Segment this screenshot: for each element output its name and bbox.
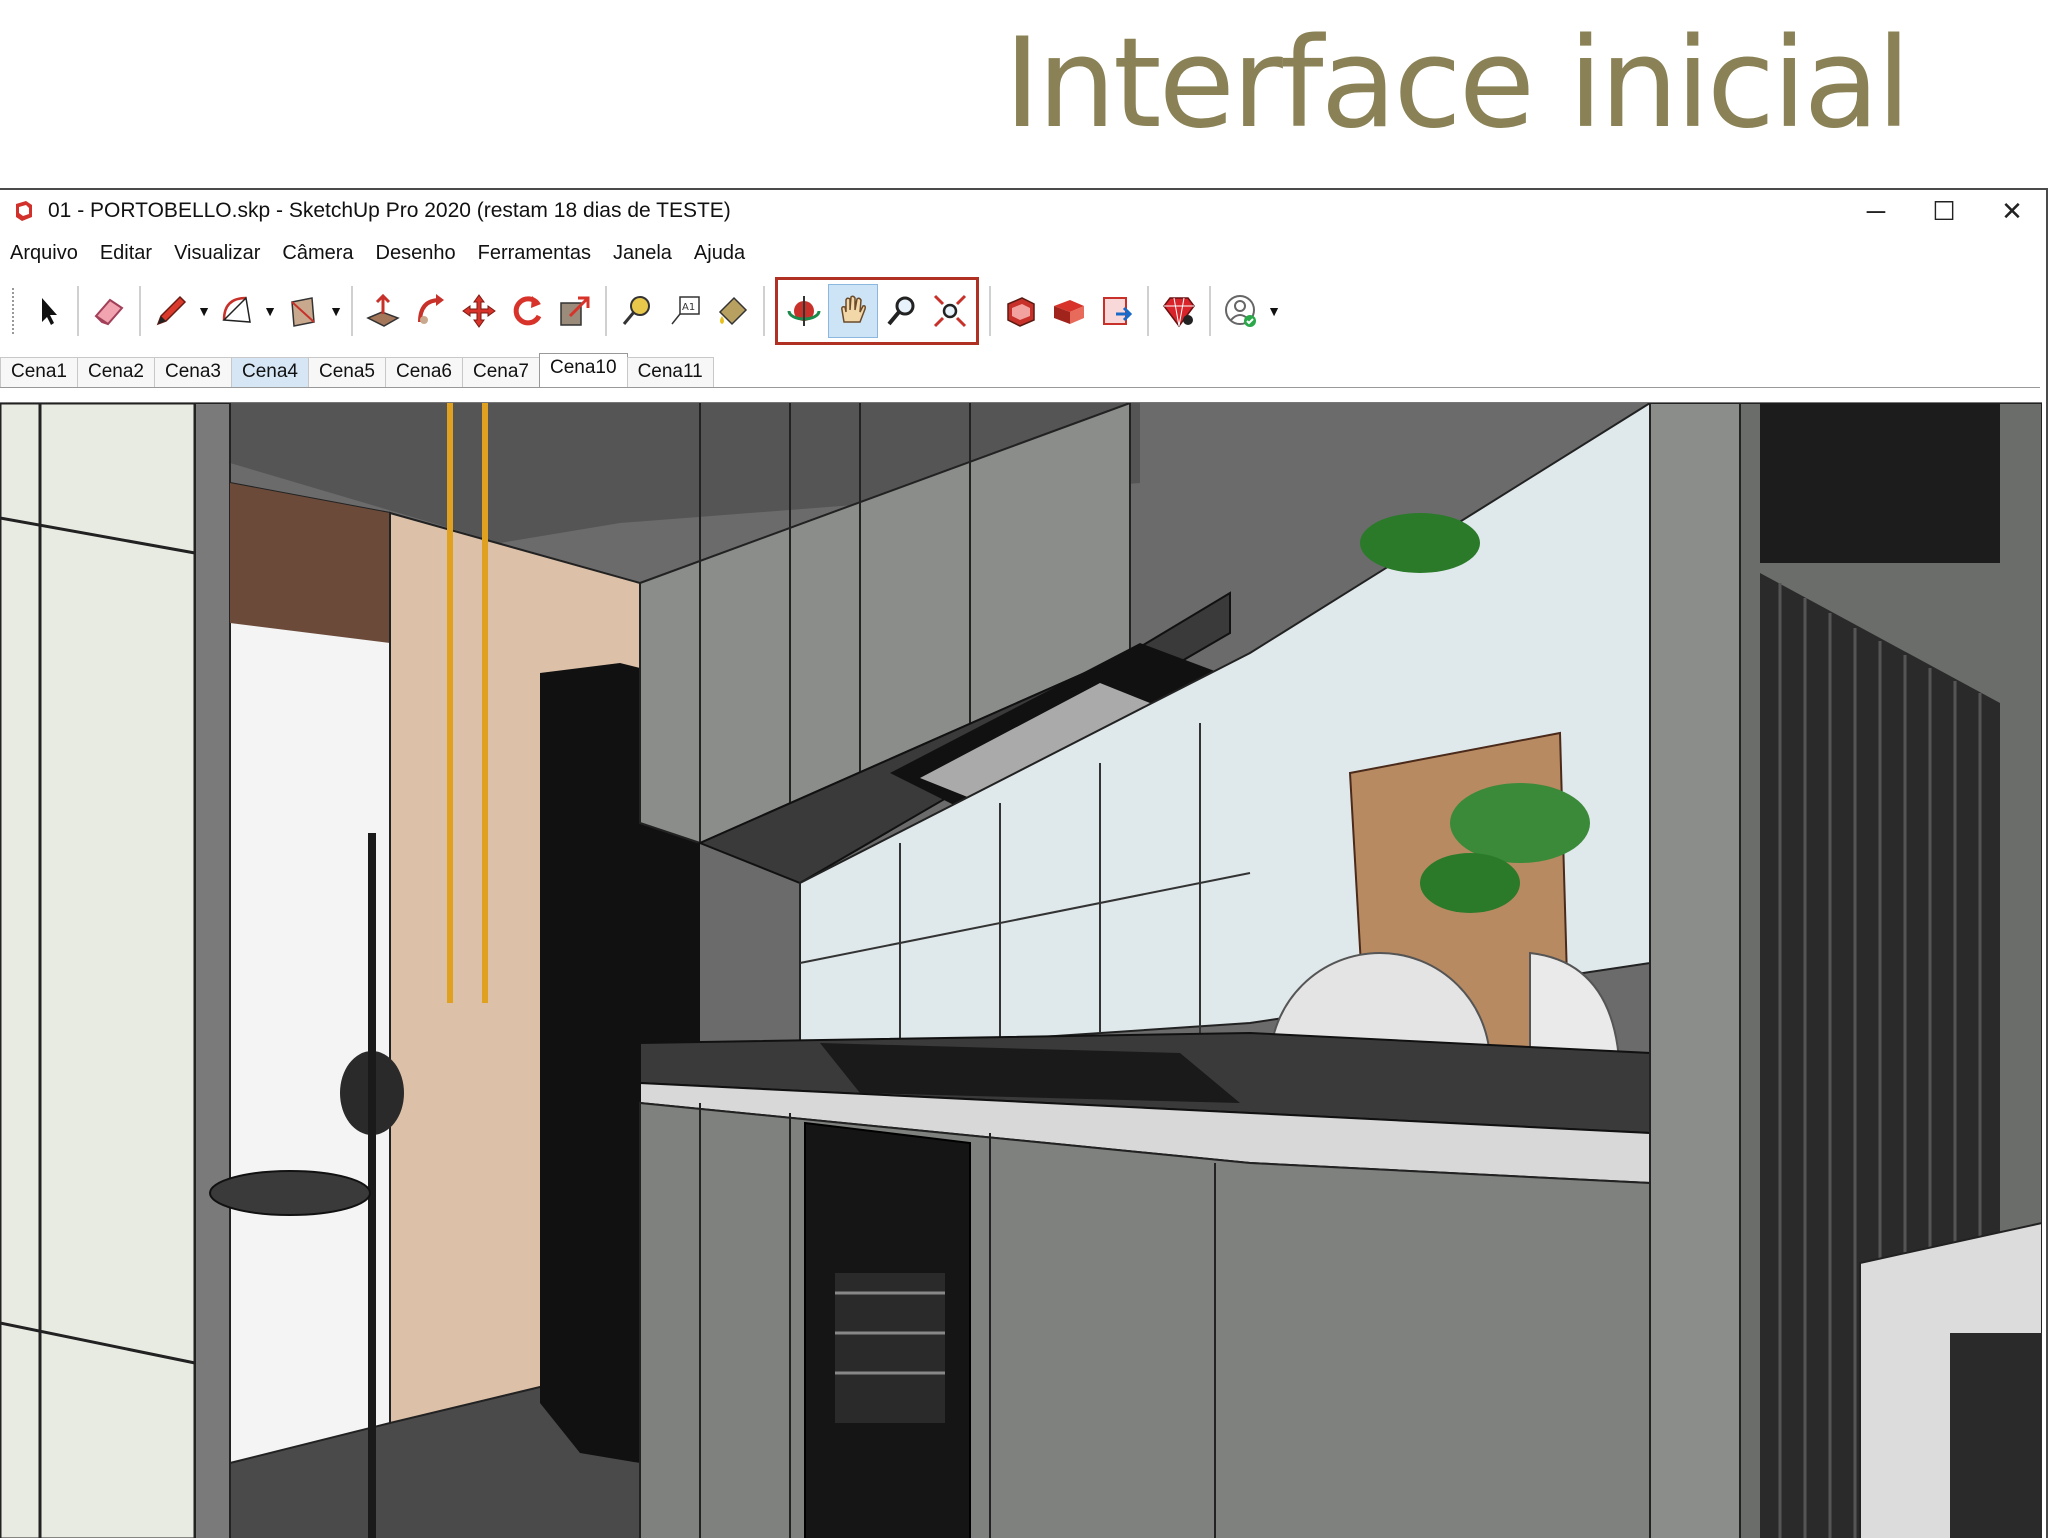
menu-visualizar[interactable]: Visualizar [174,242,260,265]
toolbar-separator [763,286,765,336]
profile-icon [1225,295,1256,327]
kitchen-model-render [0,403,2042,1538]
menu-desenho[interactable]: Desenho [376,242,456,265]
zoom-extents-tool-button[interactable] [926,285,974,337]
move-icon [462,294,496,328]
scene-tab-current[interactable]: Cena10 [539,353,628,387]
3d-viewport[interactable] [0,402,2042,1538]
toolbar-separator [1209,286,1211,336]
arc-tool-button[interactable] [213,285,261,337]
scene-tab[interactable]: Cena6 [385,357,463,387]
sketchup-window: 01 - PORTOBELLO.skp - SketchUp Pro 2020 … [0,188,2048,1538]
zoom-icon [887,296,915,326]
layout-icon [1103,297,1133,325]
slide-title: Interface inicial [1003,12,1911,156]
line-tool-button[interactable] [147,285,195,337]
scene-tab-selected[interactable]: Cena4 [231,357,309,387]
scene-tab[interactable]: Cena1 [0,357,78,387]
zoom-extents-icon [933,294,967,328]
close-button[interactable]: ✕ [1978,190,2046,232]
rectangle-icon [291,297,315,327]
menu-arquivo[interactable]: Arquivo [10,242,78,265]
svg-text:A1: A1 [682,302,695,313]
maximize-button[interactable]: ☐ [1910,190,1978,232]
pan-icon [841,295,866,323]
extension-warehouse-button[interactable] [1045,285,1093,337]
scene-tabs: Cena1 Cena2 Cena3 Cena4 Cena5 Cena6 Cena… [0,353,2040,388]
sketchup-logo-icon [16,201,32,221]
push-pull-tool-button[interactable] [359,285,407,337]
eraser-icon [94,298,124,326]
scene-tab[interactable]: Cena11 [626,357,714,387]
rectangle-tool-button[interactable] [279,285,327,337]
paint-bucket-icon [718,296,748,326]
orbit-tool-button[interactable] [780,285,828,337]
toolbar-separator [77,286,79,336]
minimize-button[interactable]: ─ [1842,190,1910,232]
3d-warehouse-icon [1007,297,1035,327]
arc-icon [222,296,251,323]
tape-measure-tool-button[interactable] [613,285,661,337]
camera-tools-highlight [775,277,979,345]
line-tool-dropdown[interactable]: ▼ [195,285,213,337]
scale-icon [560,296,590,326]
layout-button[interactable] [1093,285,1141,337]
menu-ferramentas[interactable]: Ferramentas [478,242,591,265]
paint-bucket-tool-button[interactable] [709,285,757,337]
main-toolbar: ▼ ▼ ▼ A1 ▼ [8,277,1283,345]
scene-tab[interactable]: Cena7 [462,357,540,387]
menu-ajuda[interactable]: Ajuda [694,242,745,265]
scale-tool-button[interactable] [551,285,599,337]
title-bar[interactable]: 01 - PORTOBELLO.skp - SketchUp Pro 2020 … [0,190,2046,232]
rectangle-tool-dropdown[interactable]: ▼ [327,285,345,337]
extension-manager-icon [1163,297,1195,328]
scene-tab[interactable]: Cena2 [77,357,155,387]
rotate-icon [513,296,542,326]
toolbar-separator [1147,286,1149,336]
text-icon: A1 [671,296,700,325]
follow-me-icon [418,294,444,324]
select-tool-button[interactable] [23,285,71,337]
pan-tool-button[interactable] [828,284,878,338]
scene-tab[interactable]: Cena3 [154,357,232,387]
menu-editar[interactable]: Editar [100,242,152,265]
3d-warehouse-button[interactable] [997,285,1045,337]
pencil-icon [156,295,187,326]
profile-dropdown[interactable]: ▼ [1265,285,1283,337]
text-tool-button[interactable]: A1 [661,285,709,337]
follow-me-tool-button[interactable] [407,285,455,337]
extension-warehouse-icon [1054,300,1084,324]
profile-button[interactable] [1217,285,1265,337]
orbit-icon [787,296,821,326]
scene-tab[interactable]: Cena5 [308,357,386,387]
zoom-tool-button[interactable] [878,285,926,337]
toolbar-separator [605,286,607,336]
menu-camera[interactable]: Câmera [282,242,353,265]
toolbar-separator [989,286,991,336]
menu-bar: Arquivo Editar Visualizar Câmera Desenho… [0,236,767,270]
menu-janela[interactable]: Janela [613,242,672,265]
toolbar-separator [351,286,353,336]
extension-manager-button[interactable] [1155,285,1203,337]
tape-measure-icon [622,296,650,325]
toolbar-separator [139,286,141,336]
push-pull-icon [366,293,400,327]
arc-tool-dropdown[interactable]: ▼ [261,285,279,337]
rotate-tool-button[interactable] [503,285,551,337]
window-title: 01 - PORTOBELLO.skp - SketchUp Pro 2020 … [48,199,731,222]
select-icon [42,298,57,325]
move-tool-button[interactable] [455,285,503,337]
toolbar-grip[interactable] [12,288,17,334]
eraser-tool-button[interactable] [85,285,133,337]
